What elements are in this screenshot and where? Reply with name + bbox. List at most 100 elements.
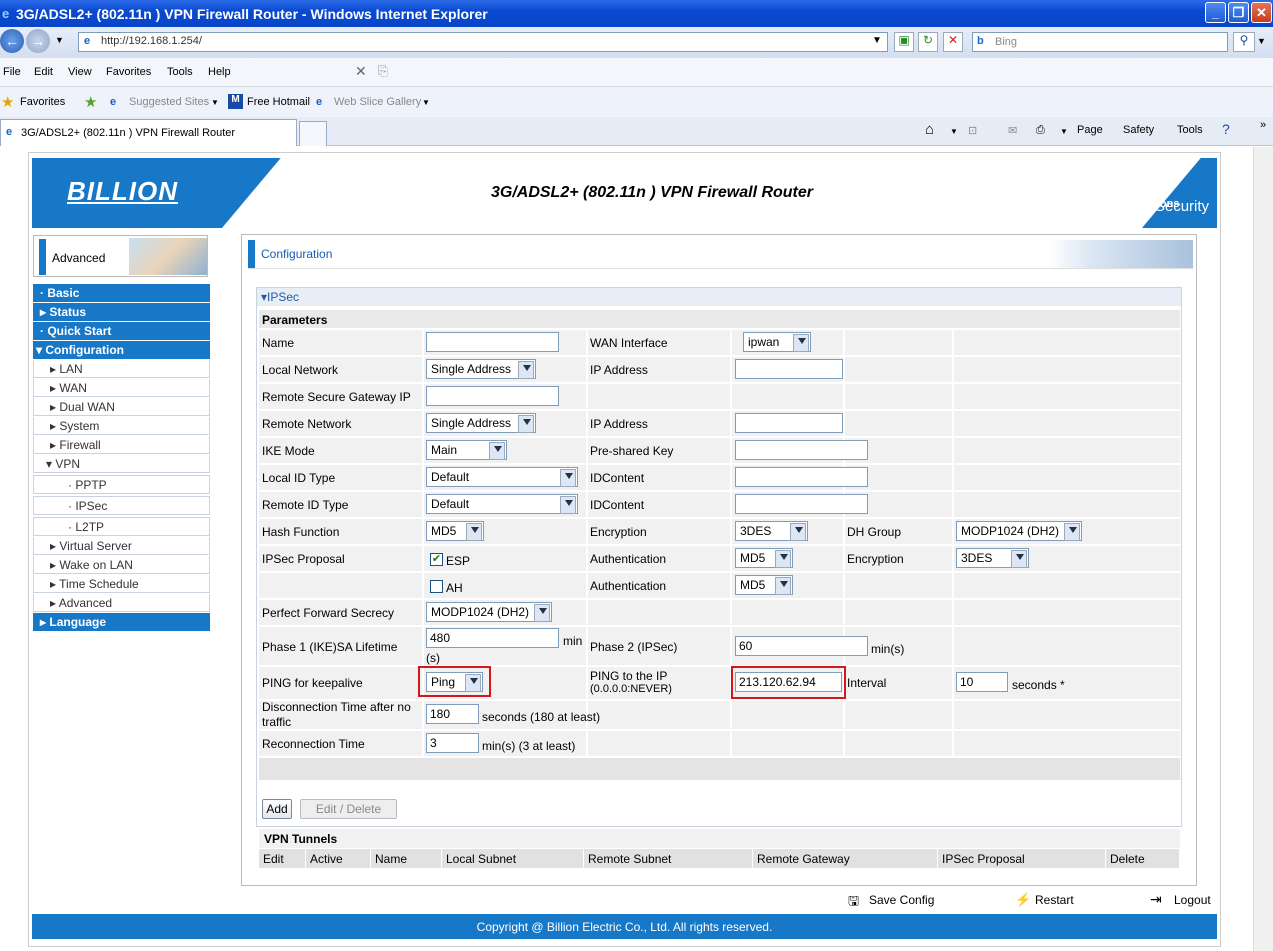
maximize-button[interactable]: ❐: [1228, 2, 1249, 23]
favorites-button[interactable]: Favorites: [20, 96, 65, 108]
sidebar-item-vpn[interactable]: ▾ VPN: [33, 455, 210, 473]
sidebar-item-dual-wan[interactable]: ▸ Dual WAN: [33, 398, 210, 416]
back-button[interactable]: ←: [0, 29, 24, 53]
sidebar-item-wan[interactable]: ▸ WAN: [33, 379, 210, 397]
search-input[interactable]: b Bing: [972, 32, 1228, 52]
menu-file[interactable]: File: [3, 66, 21, 78]
refresh-icon[interactable]: ↻: [918, 32, 938, 52]
compat-view-icon[interactable]: ▣: [894, 32, 914, 52]
interval-input[interactable]: 10: [956, 672, 1008, 692]
restart-link[interactable]: Restart: [1035, 893, 1074, 907]
fav-free-hotmail[interactable]: Free Hotmail: [247, 96, 310, 108]
close-toolbar-icon[interactable]: ✕: [355, 63, 367, 80]
logout-link[interactable]: Logout: [1174, 893, 1211, 907]
remote-id-select[interactable]: Default: [426, 494, 578, 514]
disconnect-input[interactable]: 180: [426, 704, 479, 724]
ping-keepalive-select[interactable]: Ping: [426, 672, 483, 692]
sidebar-item-status[interactable]: ▸ Status: [33, 303, 210, 321]
local-ip-input[interactable]: [735, 359, 843, 379]
sidebar-item-virtual-server[interactable]: ▸ Virtual Server: [33, 537, 210, 555]
menu-view[interactable]: View: [68, 66, 92, 78]
translate-icon[interactable]: ⎘: [378, 63, 388, 79]
ipsec-section-title[interactable]: ▾IPSec: [257, 288, 1181, 306]
minimize-button[interactable]: _: [1205, 2, 1226, 23]
local-network-select[interactable]: Single Address: [426, 359, 536, 379]
sidebar-item-wake-on-lan[interactable]: ▸ Wake on LAN: [33, 556, 210, 574]
sidebar-item-label: Firewall: [59, 438, 101, 452]
menu-help[interactable]: Help: [208, 66, 231, 78]
ah-checkbox[interactable]: [430, 580, 443, 593]
feeds-icon[interactable]: ⊡: [968, 124, 977, 137]
remote-network-select[interactable]: Single Address: [426, 413, 536, 433]
remote-gateway-input[interactable]: [426, 386, 559, 406]
menu-edit[interactable]: Edit: [34, 66, 53, 78]
sidebar-item-language[interactable]: ▸ Language: [33, 613, 210, 631]
local-idcontent-input[interactable]: [735, 467, 868, 487]
search-icon[interactable]: ⚲: [1233, 32, 1255, 52]
help-icon[interactable]: ?: [1222, 121, 1230, 137]
tools-menu[interactable]: Tools: [1177, 124, 1203, 136]
sidebar-item-quick-start[interactable]: · Quick Start: [33, 322, 210, 340]
sidebar-item-ipsec[interactable]: · IPSec: [33, 496, 210, 515]
save-config-icon[interactable]: 🖫: [848, 892, 859, 914]
sidebar-item-pptp[interactable]: · PPTP: [33, 475, 210, 494]
close-button[interactable]: ✕: [1251, 2, 1272, 23]
mail-icon[interactable]: ✉: [1008, 124, 1017, 137]
hash-select[interactable]: MD5: [426, 521, 484, 541]
fav-suggested-sites[interactable]: Suggested Sites: [129, 96, 209, 108]
url-dropdown-icon[interactable]: ▼: [872, 35, 882, 46]
ike-mode-select[interactable]: Main: [426, 440, 507, 460]
print-dropdown-icon[interactable]: ▼: [1060, 127, 1068, 136]
name-input[interactable]: [426, 332, 559, 352]
fav-web-slice-gallery[interactable]: Web Slice Gallery: [334, 96, 421, 108]
url-input[interactable]: e http://192.168.1.254/: [78, 32, 888, 52]
add-button[interactable]: Add: [262, 799, 292, 819]
sidebar-item-configuration[interactable]: ▾ Configuration: [33, 341, 210, 359]
home-dropdown-icon[interactable]: ▼: [950, 127, 958, 136]
chevron-more-icon[interactable]: »: [1260, 119, 1266, 131]
restart-icon[interactable]: ⚡: [1015, 892, 1031, 908]
web-slice-dropdown-icon[interactable]: ▼: [422, 98, 430, 107]
add-favorite-icon[interactable]: ★: [84, 93, 97, 111]
logout-icon[interactable]: ⇥: [1150, 891, 1162, 908]
dh-group-select[interactable]: MODP1024 (DH2): [956, 521, 1082, 541]
esp-encryption-select[interactable]: 3DES: [956, 548, 1029, 568]
history-dropdown-icon[interactable]: ▼: [55, 35, 64, 45]
sidebar-item-system[interactable]: ▸ System: [33, 417, 210, 435]
menu-favorites[interactable]: Favorites: [106, 66, 151, 78]
encryption-select[interactable]: 3DES: [735, 521, 808, 541]
edit-delete-button[interactable]: Edit / Delete: [300, 799, 397, 819]
phase1-input[interactable]: 480: [426, 628, 559, 648]
local-id-select[interactable]: Default: [426, 467, 578, 487]
suggested-dropdown-icon[interactable]: ▼: [211, 98, 219, 107]
remote-idcontent-input[interactable]: [735, 494, 868, 514]
psk-input[interactable]: [735, 440, 868, 460]
home-icon[interactable]: ⌂: [925, 121, 934, 138]
save-config-link[interactable]: Save Config: [869, 893, 934, 907]
sidebar-item-lan[interactable]: ▸ LAN: [33, 360, 210, 378]
wan-interface-select[interactable]: ipwan: [743, 332, 811, 352]
vertical-scrollbar[interactable]: [1253, 147, 1273, 951]
esp-checkbox[interactable]: ✔: [430, 553, 443, 566]
sidebar-item-l2tp[interactable]: · L2TP: [33, 517, 210, 536]
sidebar-item-firewall[interactable]: ▸ Firewall: [33, 436, 210, 454]
page-menu[interactable]: Page: [1077, 124, 1103, 136]
forward-button[interactable]: →: [26, 29, 50, 53]
menu-tools[interactable]: Tools: [167, 66, 193, 78]
ah-auth-select[interactable]: MD5: [735, 575, 793, 595]
reconnect-input[interactable]: 3: [426, 733, 479, 753]
sidebar-item-time-schedule[interactable]: ▸ Time Schedule: [33, 575, 210, 593]
print-icon[interactable]: ⎙: [1036, 124, 1045, 137]
search-options-icon[interactable]: ▼: [1257, 36, 1266, 46]
phase2-input[interactable]: 60: [735, 636, 868, 656]
safety-menu[interactable]: Safety: [1123, 124, 1154, 136]
esp-auth-select[interactable]: MD5: [735, 548, 793, 568]
tab-active[interactable]: e 3G/ADSL2+ (802.11n ) VPN Firewall Route…: [0, 119, 297, 146]
remote-ip-input[interactable]: [735, 413, 843, 433]
stop-icon[interactable]: ✕: [943, 32, 963, 52]
pfs-select[interactable]: MODP1024 (DH2): [426, 602, 552, 622]
sidebar-item-advanced[interactable]: ▸ Advanced: [33, 594, 210, 612]
sidebar-item-basic[interactable]: · Basic: [33, 284, 210, 302]
ping-ip-input[interactable]: 213.120.62.94: [735, 672, 842, 692]
new-tab-button[interactable]: [299, 121, 327, 146]
